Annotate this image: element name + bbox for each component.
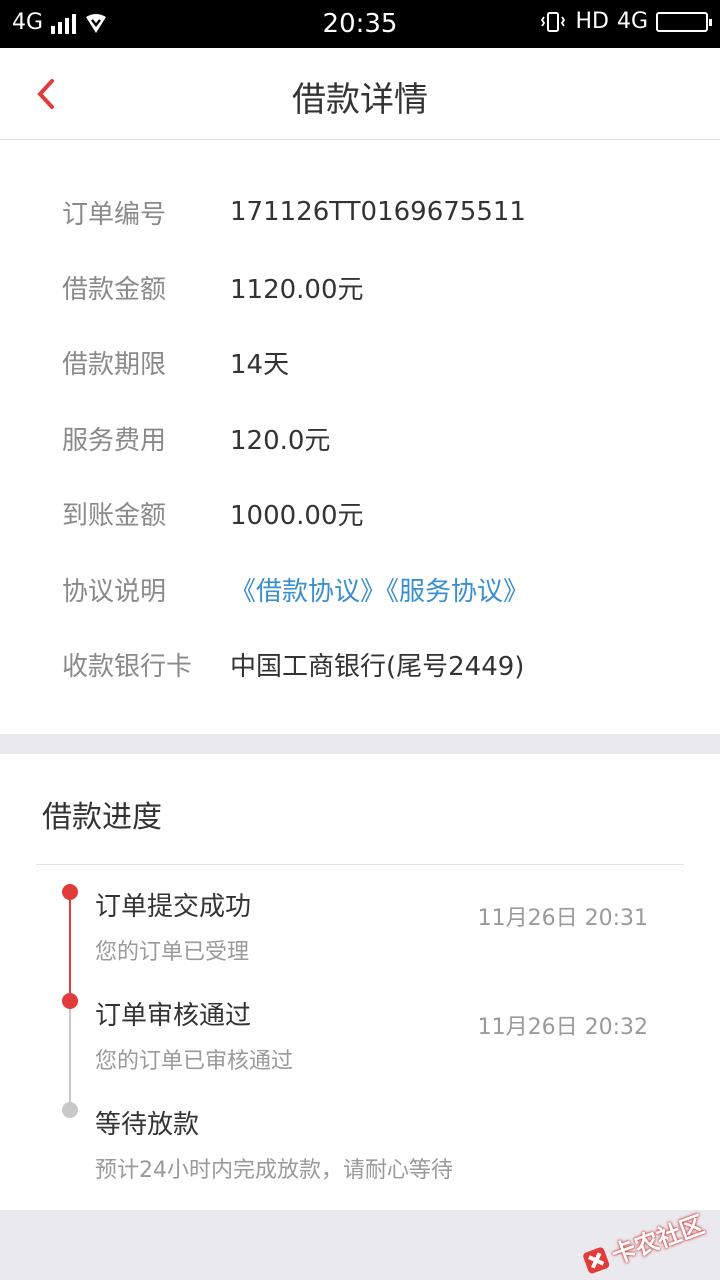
divider xyxy=(36,864,684,865)
hd-label: HD xyxy=(575,9,609,34)
detail-row-received-amount: 到账金额 1000.00元 xyxy=(62,493,700,533)
vibrate-icon xyxy=(541,11,566,32)
watermark-logo-icon xyxy=(581,1245,611,1275)
detail-row-agreements: 协议说明 《借款协议》《服务协议》 xyxy=(62,569,700,609)
step-time: 11月26日 20:31 xyxy=(477,906,648,931)
detail-value: 171126TT0169675511 xyxy=(230,197,526,227)
detail-row-loan-term: 借款期限 14天 xyxy=(62,342,700,382)
detail-value: 120.0元 xyxy=(230,425,331,456)
timeline-line-pending xyxy=(69,1008,71,1108)
detail-label: 收款银行卡 xyxy=(62,651,193,682)
step-time: 11月26日 20:32 xyxy=(477,1015,648,1040)
detail-row-loan-amount: 借款金额 1120.00元 xyxy=(62,267,700,307)
detail-label: 协议说明 xyxy=(62,576,167,607)
progress-title: 借款进度 xyxy=(42,800,162,835)
detail-label: 借款金额 xyxy=(62,274,167,305)
step-desc: 您的订单已受理 xyxy=(95,940,250,965)
watermark: 卡农社区 xyxy=(580,1205,708,1280)
detail-label: 订单编号 xyxy=(62,199,167,230)
detail-label: 借款期限 xyxy=(62,349,167,380)
watermark-text: 卡农社区 xyxy=(608,1210,708,1270)
battery-icon xyxy=(656,11,712,32)
step-desc: 您的订单已审核通过 xyxy=(95,1049,294,1074)
step-dot-done xyxy=(62,884,78,900)
loan-progress: 借款进度 订单提交成功 11月26日 20:31 您的订单已受理 订单审核通过 … xyxy=(0,754,720,1210)
detail-value: 14天 xyxy=(230,349,290,380)
detail-label: 到账金额 xyxy=(62,500,167,531)
step-title: 订单审核通过 xyxy=(95,1001,252,1031)
detail-value: 1000.00元 xyxy=(230,500,364,531)
detail-value: 1120.00元 xyxy=(230,274,364,305)
step-desc: 预计24小时内完成放款，请耐心等待 xyxy=(95,1158,453,1183)
step-dot-pending xyxy=(62,1102,78,1118)
status-bar: 4G 20:35 HD 4G xyxy=(0,0,720,48)
step-title: 订单提交成功 xyxy=(95,892,252,922)
step-title: 等待放款 xyxy=(95,1110,200,1140)
loan-details: 订单编号 171126TT0169675511 借款金额 1120.00元 借款… xyxy=(0,140,720,734)
detail-value: 中国工商银行(尾号2449) xyxy=(230,651,525,682)
detail-row-order-number: 订单编号 171126TT0169675511 xyxy=(62,192,700,232)
timeline-line-done xyxy=(69,900,71,1000)
detail-row-service-fee: 服务费用 120.0元 xyxy=(62,418,700,458)
status-right: HD 4G xyxy=(539,9,712,34)
network2-label: 4G xyxy=(616,9,648,34)
page-title: 借款详情 xyxy=(292,80,428,120)
step-dot-done xyxy=(62,993,78,1009)
nav-header: 借款详情 xyxy=(0,48,720,140)
detail-label: 服务费用 xyxy=(62,425,167,456)
agreement-links[interactable]: 《借款协议》《服务协议》 xyxy=(230,571,529,608)
detail-row-bank-card: 收款银行卡 中国工商银行(尾号2449) xyxy=(62,644,700,684)
